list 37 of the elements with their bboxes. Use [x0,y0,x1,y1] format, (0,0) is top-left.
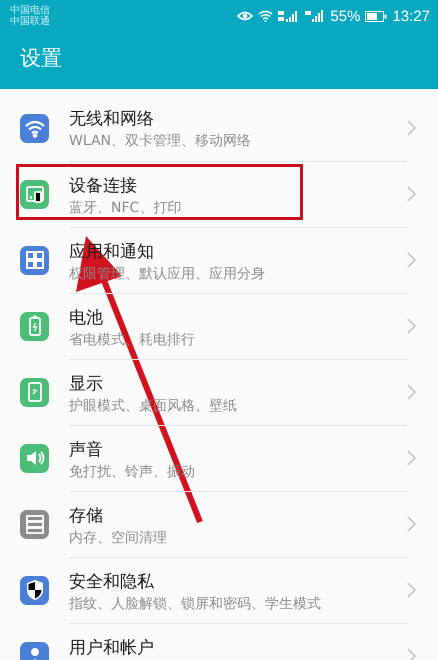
chevron-icon [407,318,416,334]
item-subtitle: WLAN、双卡管理、移动网络 [69,132,252,150]
carrier-name: 中国电信 [10,5,50,16]
item-title: 安全和隐私 [69,571,155,593]
chevron-icon [407,120,416,136]
settings-item[interactable]: 电池 省电模式、耗电排行 [0,293,438,359]
chevron-icon [407,648,416,660]
item-title: 显示 [69,373,104,395]
item-title: 用户和帐户 [69,637,155,659]
carrier-name: 中国联通 [10,16,50,27]
item-subtitle: 指纹、人脸解锁、锁屏和密码、学生模式 [69,595,322,613]
settings-item[interactable]: 无线和网络 WLAN、双卡管理、移动网络 [0,95,438,161]
chevron-icon [407,252,416,268]
chevron-icon [407,384,416,400]
settings-item[interactable]: 用户和帐户 [0,623,438,660]
item-title: 电池 [69,307,104,329]
settings-item[interactable]: 设备连接 蓝牙、NFC、打印 [0,161,438,227]
item-subtitle: 蓝牙、NFC、打印 [69,199,182,217]
signal-icon [305,10,326,22]
battery-percent: 55% [330,8,360,24]
settings-item[interactable]: 安全和隐私 指纹、人脸解锁、锁屏和密码、学生模式 [0,557,438,623]
chevron-icon [407,582,416,598]
eye-icon [237,10,254,22]
chevron-icon [407,186,416,202]
item-title: 设备连接 [69,175,138,197]
item-subtitle: 省电模式、耗电排行 [69,331,196,349]
item-title: 存储 [69,505,104,527]
wifi-icon [258,10,274,22]
chevron-icon [407,450,416,466]
clock-time: 13:27 [392,8,430,24]
settings-item[interactable]: 存储 内存、空间清理 [0,491,438,557]
item-subtitle: 内存、空间清理 [69,529,168,547]
page-title: 设置 [19,45,63,72]
item-title: 无线和网络 [69,108,155,130]
chevron-icon [407,516,416,532]
battery-icon [365,10,388,22]
item-title: 声音 [69,439,104,461]
